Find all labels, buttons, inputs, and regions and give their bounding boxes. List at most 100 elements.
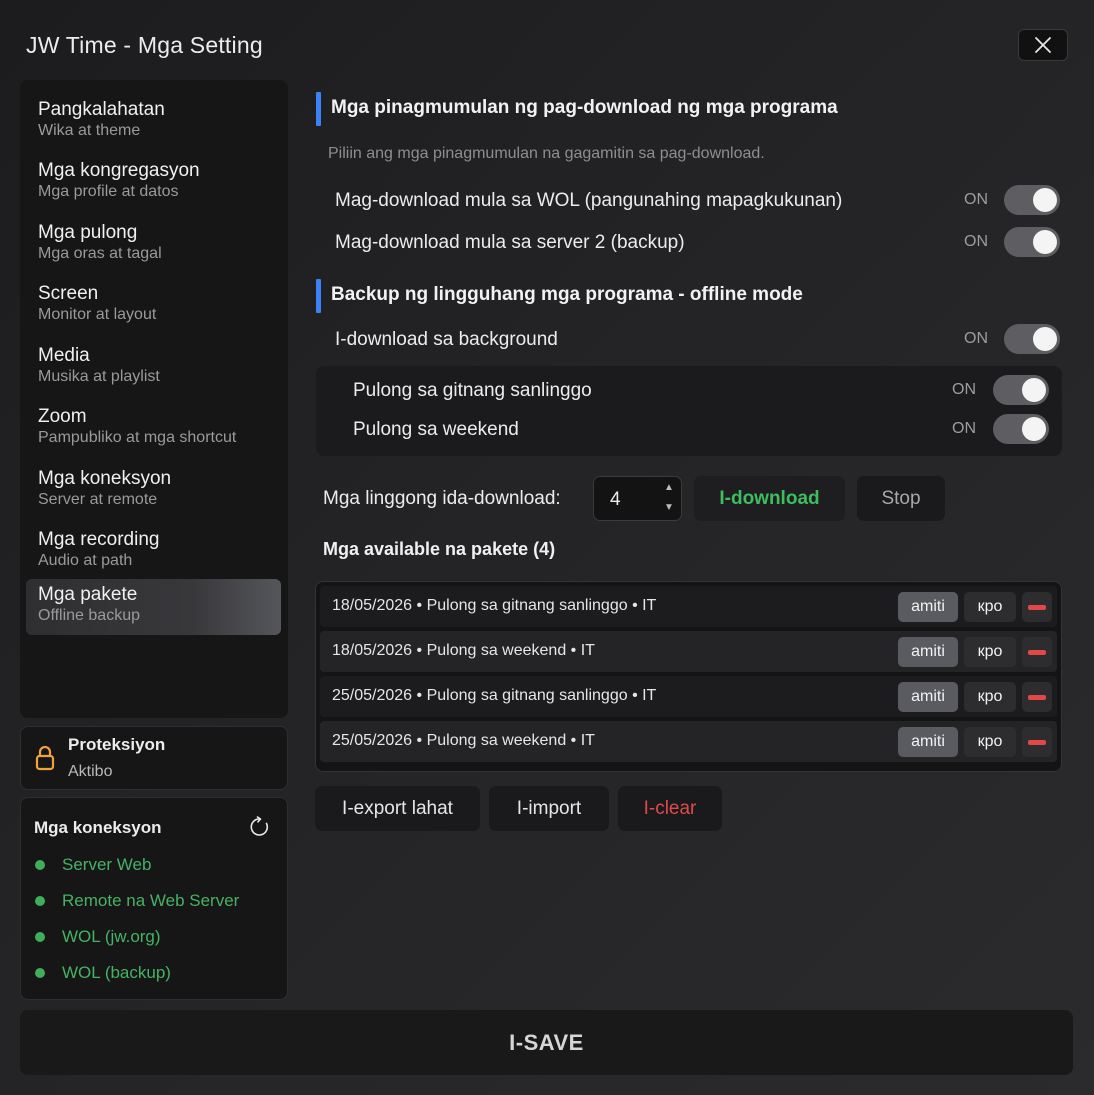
section-title: Mga pinagmumulan ng pag-download ng mga … [331,97,838,118]
option-row-background: I-download sa background [335,324,558,356]
sidebar-item-media[interactable]: Media Musika at playlist [26,340,281,396]
connection-item-remote-web-server: Remote na Web Server [35,890,239,912]
apply-package-button[interactable]: amiti [898,592,958,622]
export-package-button[interactable]: кро [964,727,1016,757]
stepper-up-icon[interactable]: ▲ [664,482,674,493]
sidebar-item-recordings[interactable]: Mga recording Audio at path [26,524,281,580]
apply-package-button[interactable]: amiti [898,682,958,712]
sidebar-item-label: Mga kongregasyon [38,160,200,181]
toggle-state-label: ON [952,381,976,398]
clear-button[interactable]: I-clear [618,786,722,831]
status-dot [35,932,45,942]
option-label: Pulong sa gitnang sanlinggo [353,380,592,401]
connection-label: Remote na Web Server [62,891,240,910]
sidebar-item-congregations[interactable]: Mga kongregasyon Mga profile at datos [26,155,281,211]
connection-label: WOL (backup) [62,963,171,982]
section-title: Backup ng lingguhang mga programa - offl… [331,284,803,305]
option-label: Pulong sa weekend [353,419,519,440]
section-accent-bar [316,92,321,126]
refresh-icon[interactable] [249,816,271,838]
connection-item-wol-backup: WOL (backup) [35,962,171,984]
status-dot [35,896,45,906]
save-button[interactable]: I-SAVE [20,1010,1073,1075]
toggle-background-download[interactable] [1004,324,1060,354]
weeks-stepper[interactable]: 4 ▲ ▼ [593,476,682,521]
packages-list: 18/05/2026 • Pulong sa gitnang sanlinggo… [315,581,1062,772]
connection-label: Server Web [62,855,152,874]
toggle-midweek-meeting[interactable] [993,375,1049,405]
section-description: Piliin ang mga pinagmumulan na gagamitin… [328,145,765,162]
delete-package-button[interactable] [1022,592,1052,622]
delete-package-button[interactable] [1022,727,1052,757]
protection-panel: Proteksiyon Aktibo [20,726,288,790]
sidebar-item-sublabel: Offline backup [38,607,140,624]
sidebar-item-sublabel: Wika at theme [38,122,141,139]
sidebar-item-label: Pangkalahatan [38,99,165,120]
connection-item-server-web: Server Web [35,854,151,876]
section-header-sources: Mga pinagmumulan ng pag-download ng mga … [316,92,1056,126]
sidebar-item-label: Mga pulong [38,222,138,243]
sidebar-item-label: Mga koneksyon [38,468,172,489]
sidebar-item-screen[interactable]: Screen Monitor at layout [26,278,281,334]
sidebar-item-label: Mga recording [38,529,160,550]
sidebar-item-sublabel: Pampubliko at mga shortcut [38,429,237,446]
option-label: Mag-download mula sa WOL (pangunahing ma… [335,190,843,211]
toggle-server2-source[interactable] [1004,227,1060,257]
option-row-wol: Mag-download mula sa WOL (pangunahing ma… [335,185,842,217]
close-button[interactable] [1018,29,1068,61]
export-package-button[interactable]: кро [964,637,1016,667]
status-dot [35,860,45,870]
option-row-weekend: Pulong sa weekend [353,414,519,446]
package-label: 18/05/2026 • Pulong sa gitnang sanlinggo… [332,597,657,614]
delete-package-button[interactable] [1022,637,1052,667]
sidebar-item-label: Media [38,345,90,366]
connection-item-wol-jworg: WOL (jw.org) [35,926,161,948]
connections-panel: Mga koneksyon Server Web Remote na Web S… [20,797,288,1000]
sidebar-item-sublabel: Server at remote [38,491,158,508]
protection-status: Aktibo [68,763,113,780]
sidebar-item-label: Mga pakete [38,584,138,605]
stop-button[interactable]: Stop [857,476,945,521]
sidebar-item-general[interactable]: Pangkalahatan Wika at theme [26,94,281,150]
toggle-knob [1022,417,1046,441]
section-header-backup: Backup ng lingguhang mga programa - offl… [316,279,1056,313]
connections-title: Mga koneksyon [34,818,162,837]
export-all-button[interactable]: I-export lahat [315,786,480,831]
minus-icon [1028,649,1046,655]
sidebar-item-sublabel: Mga profile at datos [38,183,179,200]
window-title: JW Time - Mga Setting [26,32,263,58]
stepper-down-icon[interactable]: ▼ [664,502,674,513]
sidebar-item-label: Zoom [38,406,87,427]
package-label: 18/05/2026 • Pulong sa weekend • IT [332,642,595,659]
option-label: Mag-download mula sa server 2 (backup) [335,232,685,253]
package-row: 18/05/2026 • Pulong sa weekend • IT amit… [320,631,1057,672]
toggle-knob [1033,327,1057,351]
close-icon [1035,37,1051,53]
package-label: 25/05/2026 • Pulong sa weekend • IT [332,732,595,749]
toggle-state-label: ON [964,191,988,208]
toggle-state-label: ON [964,330,988,347]
apply-package-button[interactable]: amiti [898,637,958,667]
toggle-weekend-meeting[interactable] [993,414,1049,444]
apply-package-button[interactable]: amiti [898,727,958,757]
import-button[interactable]: I-import [489,786,609,831]
package-row: 18/05/2026 • Pulong sa gitnang sanlinggo… [320,586,1057,627]
sidebar-item-connections[interactable]: Mga koneksyon Server at remote [26,463,281,519]
export-package-button[interactable]: кро [964,592,1016,622]
sidebar-item-zoom[interactable]: Zoom Pampubliko at mga shortcut [26,401,281,457]
packages-title: Mga available na pakete (4) [323,539,556,559]
option-row-server2: Mag-download mula sa server 2 (backup) [335,227,685,259]
toggle-state-label: ON [964,233,988,250]
toggle-knob [1033,188,1057,212]
sidebar-item-packages[interactable]: Mga pakete Offline backup [26,579,281,635]
status-dot [35,968,45,978]
weeks-label: Mga linggong ida-download: [323,488,561,509]
download-button[interactable]: I-download [694,476,845,521]
sidebar-item-meetings[interactable]: Mga pulong Mga oras at tagal [26,217,281,273]
package-row: 25/05/2026 • Pulong sa weekend • IT amit… [320,721,1057,762]
toggle-wol-source[interactable] [1004,185,1060,215]
sidebar-nav: Pangkalahatan Wika at theme Mga kongrega… [20,80,288,718]
package-label: 25/05/2026 • Pulong sa gitnang sanlinggo… [332,687,657,704]
export-package-button[interactable]: кро [964,682,1016,712]
delete-package-button[interactable] [1022,682,1052,712]
